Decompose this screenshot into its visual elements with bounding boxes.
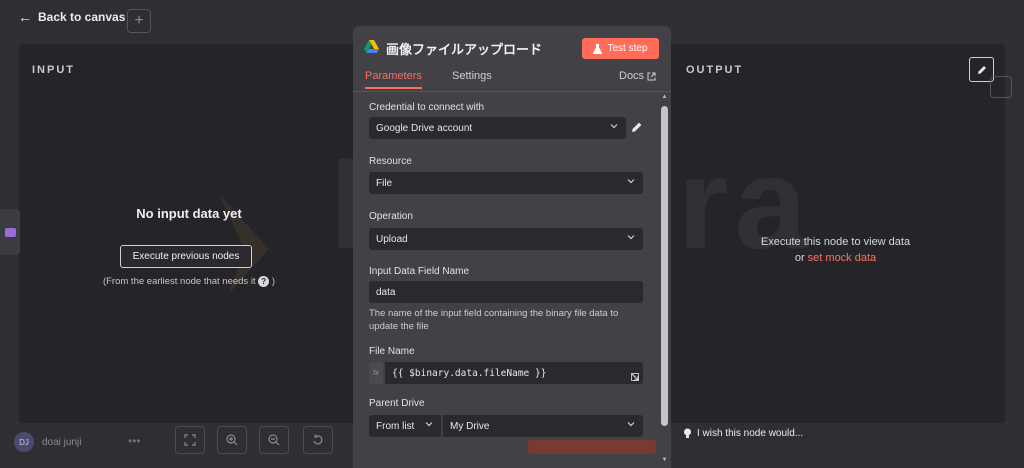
parent-drive-mode-value: From list [376,420,415,432]
add-node-button[interactable]: + [127,9,151,33]
flask-icon [593,43,603,54]
credential-value: Google Drive account [376,122,473,134]
scroll-up-icon[interactable]: ▲ [661,94,668,101]
parent-drive-mode-select[interactable]: From list [369,415,441,437]
operation-select[interactable]: Upload [369,228,643,250]
back-to-canvas-link[interactable]: ← Back to canvas [18,9,125,25]
parent-drive-value: My Drive [450,420,490,432]
parameters-form: Credential to connect with Google Drive … [353,92,659,468]
output-empty-message: Execute this node to view data or set mo… [666,234,1005,266]
zoom-out-icon [268,434,280,446]
docs-label: Docs [619,70,645,82]
input-data-field-input[interactable]: data [369,281,643,303]
fit-view-button[interactable] [175,426,205,454]
tab-docs[interactable]: Docs [619,70,656,87]
credential-select[interactable]: Google Drive account [369,117,626,139]
side-node-tab[interactable] [0,209,20,255]
chevron-down-icon [610,124,618,129]
output-panel: OUTPUT Execute this node to view data or… [666,44,1005,423]
no-input-message: No input data yet [136,206,242,221]
output-message-or: or [794,252,808,264]
expand-icon[interactable] [631,373,639,381]
parameters-scrollbar[interactable]: ▲ ▼ [660,94,669,464]
question-icon[interactable]: ? [258,276,270,287]
earliest-node-note: (From the earliest node that needs it ? … [19,276,359,287]
parent-drive-label: Parent Drive [369,398,425,409]
credential-label: Credential to connect with [369,102,485,113]
feedback-link[interactable]: I wish this node would... [683,428,803,439]
resource-label: Resource [369,156,412,167]
node-title[interactable]: 画像ファイルアップロード [386,39,542,58]
execute-previous-nodes-button[interactable]: Execute previous nodes [120,245,252,268]
modal-header: 画像ファイルアップロード Test step [353,26,671,70]
resource-value: File [376,177,393,189]
fullscreen-icon [184,434,196,446]
node-parameters-modal: 画像ファイルアップロード Test step Parameters Settin… [353,26,671,468]
user-name: doai junji [42,436,82,448]
input-data-field-value: data [376,286,396,298]
node-tab-icon [4,227,16,237]
edit-credential-pencil-icon[interactable] [630,120,644,134]
file-name-value: {{ $binary.data.fileName }} [392,367,547,379]
chevron-down-icon [627,179,635,184]
scroll-down-icon[interactable]: ▼ [661,457,668,464]
zoom-in-icon [226,434,238,446]
parent-drive-select[interactable]: My Drive [442,415,643,437]
tab-parameters[interactable]: Parameters [365,70,422,89]
file-name-expression-input[interactable]: {{ $binary.data.fileName }} [385,362,643,384]
user-menu[interactable]: DJ doai junji [14,432,81,452]
operation-value: Upload [376,233,408,245]
avatar: DJ [14,432,34,452]
reset-zoom-button[interactable] [303,426,333,454]
output-message-line1: Execute this node to view data [760,236,911,248]
top-right-chip [990,76,1012,98]
earliest-note-suffix: ) [269,276,276,288]
google-drive-icon [364,40,379,53]
plus-icon: + [134,12,144,29]
node-tabs: Parameters Settings Docs [353,70,671,92]
execute-workflow-button-hidden[interactable] [528,440,656,454]
chevron-down-icon [627,235,635,240]
zoom-in-button[interactable] [217,426,247,454]
more-options-icon[interactable]: ••• [128,434,141,448]
input-panel: INPUT No input data yet Execute previous… [19,44,359,423]
pencil-icon [977,65,986,74]
test-step-label: Test step [607,43,648,54]
tab-settings[interactable]: Settings [452,70,492,87]
operation-label: Operation [369,211,413,222]
back-to-canvas-label: Back to canvas [38,10,126,24]
feedback-text: I wish this node would... [697,428,804,439]
test-step-button[interactable]: Test step [582,38,659,59]
earliest-note-prefix: (From the earliest node that needs it [102,276,259,288]
lightbulb-icon [684,428,691,438]
expression-fx-badge: fx [369,362,383,384]
chevron-down-icon [425,422,433,427]
zoom-out-button[interactable] [259,426,289,454]
input-panel-title: INPUT [32,64,75,76]
input-data-field-hint: The name of the input field containing t… [369,308,619,332]
output-panel-title: OUTPUT [686,64,744,76]
file-name-label: File Name [369,346,415,357]
arrow-left-icon: ← [18,9,32,25]
input-data-field-label: Input Data Field Name [369,266,470,277]
resource-select[interactable]: File [369,172,643,194]
scrollbar-thumb[interactable] [661,106,668,426]
set-mock-data-link[interactable]: set mock data [808,252,876,264]
undo-icon [313,434,323,445]
external-link-icon [647,72,656,80]
chevron-down-icon [627,422,635,427]
